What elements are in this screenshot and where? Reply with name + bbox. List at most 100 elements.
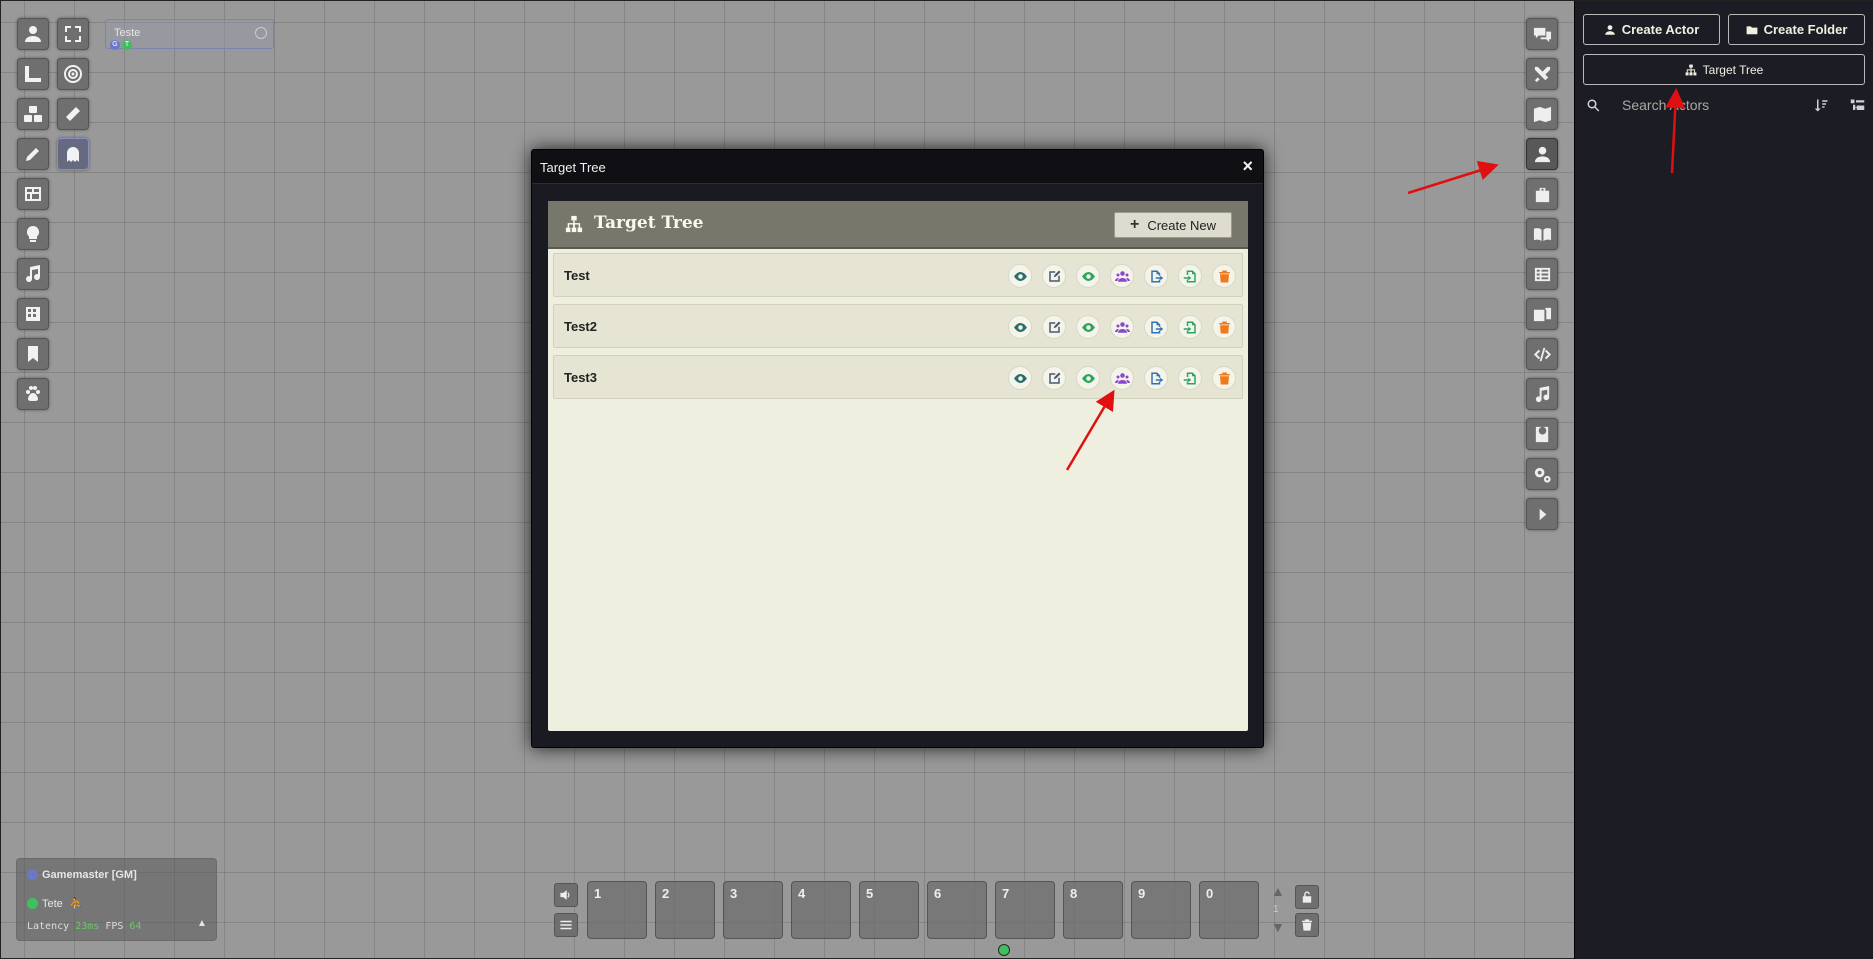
search-icon — [1587, 99, 1600, 112]
clear-hotbar-button[interactable] — [1295, 913, 1319, 937]
tab-actors[interactable] — [1526, 138, 1558, 170]
export-icon[interactable] — [1144, 264, 1168, 288]
fullscreen-button[interactable] — [57, 18, 89, 50]
users-icon[interactable] — [1110, 264, 1134, 288]
macro-slot[interactable]: 7 — [995, 881, 1055, 939]
edit-icon[interactable] — [1042, 366, 1066, 390]
target-button[interactable] — [57, 58, 89, 90]
macro-slot-number: 6 — [934, 886, 942, 901]
search-input[interactable]: Search Actors — [1622, 97, 1709, 113]
view-icon[interactable] — [1008, 264, 1032, 288]
tab-macros[interactable] — [1526, 338, 1558, 370]
import-icon[interactable] — [1178, 315, 1202, 339]
visibility-icon[interactable] — [1076, 366, 1100, 390]
actor-search: Search Actors — [1586, 95, 1866, 117]
page-up-icon[interactable]: ▲ — [1271, 883, 1285, 899]
players-list[interactable]: Gamemaster [GM] Tete ⛹ Latency 23ms FPS … — [16, 858, 217, 941]
hotbar-menu-button[interactable] — [554, 913, 578, 937]
map-icon — [1533, 106, 1551, 122]
macro-slot[interactable]: 3 — [723, 881, 783, 939]
macro-slot[interactable]: 2 — [655, 881, 715, 939]
sounds-controls-button[interactable] — [17, 258, 49, 290]
th-list-icon — [1534, 267, 1550, 281]
drawing-controls-button[interactable] — [17, 138, 49, 170]
scene-config-icon[interactable] — [255, 27, 267, 39]
sort-icon[interactable] — [1814, 98, 1829, 113]
scene-navigation-item[interactable]: Teste G T — [105, 19, 274, 50]
edit-icon[interactable] — [1042, 315, 1066, 339]
lock-hotbar-button[interactable] — [1295, 885, 1319, 909]
macro-slot[interactable]: 8 — [1063, 881, 1123, 939]
tree-row[interactable]: Test — [553, 253, 1243, 297]
tab-cards[interactable] — [1526, 298, 1558, 330]
export-icon[interactable] — [1144, 315, 1168, 339]
visibility-icon[interactable] — [1076, 264, 1100, 288]
macro-slot[interactable]: 0 — [1199, 881, 1259, 939]
tab-playlists[interactable] — [1526, 378, 1558, 410]
ruler-button[interactable] — [57, 98, 89, 130]
create-new-label: Create New — [1147, 217, 1216, 233]
sidebar-collapse-button[interactable] — [1526, 498, 1558, 530]
token-controls-button[interactable] — [17, 18, 49, 50]
tab-journal[interactable] — [1526, 218, 1558, 250]
import-icon[interactable] — [1178, 264, 1202, 288]
tree-row[interactable]: Test3 — [553, 355, 1243, 399]
latency-label: Latency — [27, 921, 70, 932]
cubes-icon — [24, 106, 42, 122]
macro-slot[interactable]: 9 — [1131, 881, 1191, 939]
tab-scenes[interactable] — [1526, 98, 1558, 130]
tab-tables[interactable] — [1526, 258, 1558, 290]
macro-slot[interactable]: 1 — [587, 881, 647, 939]
walking-icon: ⛹ — [69, 898, 83, 910]
delete-icon[interactable] — [1212, 315, 1236, 339]
scene-badge-g: G — [110, 40, 120, 50]
collapse-folders-icon[interactable] — [1850, 98, 1865, 113]
view-icon[interactable] — [1008, 315, 1032, 339]
close-button[interactable]: × — [1242, 156, 1253, 177]
paw-icon — [26, 386, 40, 401]
tiles-controls-button[interactable] — [17, 98, 49, 130]
window-header[interactable]: Target Tree × — [532, 150, 1263, 184]
page-down-icon[interactable]: ▼ — [1271, 919, 1285, 935]
tab-chat[interactable] — [1526, 18, 1558, 50]
edit-icon[interactable] — [1042, 264, 1066, 288]
tree-row[interactable]: Test2 — [553, 304, 1243, 348]
window-content: Target Tree + Create New Test Test2 Test3 — [548, 201, 1248, 731]
sitemap-icon — [565, 215, 583, 233]
tree-row-label: Test3 — [564, 370, 597, 385]
target-tree-button[interactable]: Target Tree — [1583, 54, 1865, 85]
tab-settings[interactable] — [1526, 458, 1558, 490]
user-icon — [1604, 24, 1615, 35]
lighting-controls-button[interactable] — [17, 218, 49, 250]
tab-compendium[interactable] — [1526, 418, 1558, 450]
expand-players-icon[interactable]: ▲ — [197, 918, 207, 929]
create-actor-button[interactable]: Create Actor — [1583, 14, 1720, 45]
notes-controls-button[interactable] — [17, 338, 49, 370]
macro-slot-number: 0 — [1206, 886, 1214, 901]
folder-icon — [1746, 25, 1757, 34]
macro-slot[interactable]: 6 — [927, 881, 987, 939]
users-icon[interactable] — [1110, 315, 1134, 339]
macro-slot-number: 5 — [866, 886, 874, 901]
measure-controls-button[interactable] — [17, 58, 49, 90]
visibility-icon[interactable] — [1076, 315, 1100, 339]
suitcase-icon — [1535, 187, 1549, 202]
export-icon[interactable] — [1144, 366, 1168, 390]
import-icon[interactable] — [1178, 366, 1202, 390]
tab-combat[interactable] — [1526, 58, 1558, 90]
users-icon[interactable] — [1110, 366, 1134, 390]
create-folder-button[interactable]: Create Folder — [1728, 14, 1865, 45]
walls-controls-button[interactable] — [17, 178, 49, 210]
macro-slot[interactable]: 4 — [791, 881, 851, 939]
create-new-button[interactable]: + Create New — [1114, 212, 1232, 238]
view-icon[interactable] — [1008, 366, 1032, 390]
regions-controls-button[interactable] — [17, 298, 49, 330]
delete-icon[interactable] — [1212, 264, 1236, 288]
tree-row-label: Test — [564, 268, 590, 283]
volume-button[interactable] — [554, 883, 578, 907]
ghost-button[interactable] — [57, 138, 89, 170]
delete-icon[interactable] — [1212, 366, 1236, 390]
tab-items[interactable] — [1526, 178, 1558, 210]
macro-slot[interactable]: 5 — [859, 881, 919, 939]
paw-controls-button[interactable] — [17, 378, 49, 410]
